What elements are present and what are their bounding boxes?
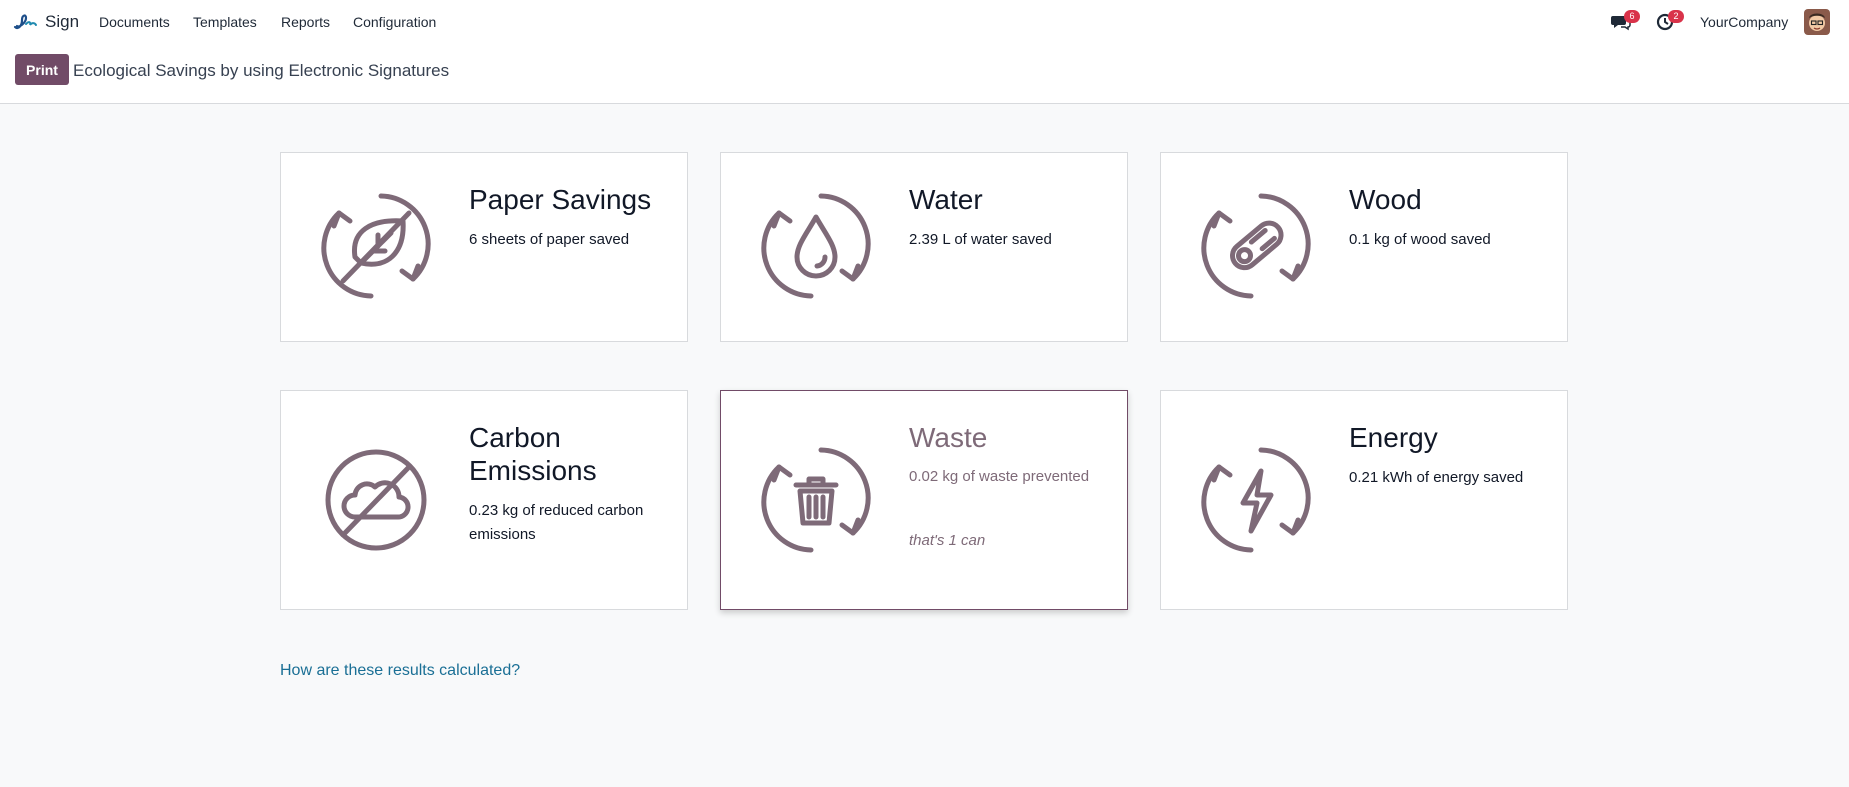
leaf-recycle-icon [321, 193, 431, 299]
lightning-recycle-icon [1201, 447, 1311, 553]
menu-configuration[interactable]: Configuration [353, 14, 436, 30]
card-description: 0.02 kg of waste prevented [909, 468, 1090, 485]
sign-app-logo[interactable] [12, 10, 38, 34]
card-title: Waste [909, 422, 988, 453]
water-card: Water 2.39 L of water saved [720, 152, 1128, 342]
water-drop-recycle-icon [761, 193, 871, 299]
card-title: Wood [1349, 184, 1422, 215]
paper-savings-card: Paper Savings 6 sheets of paper saved [280, 152, 688, 342]
menu-templates[interactable]: Templates [193, 14, 257, 30]
cloud-crossed-icon [325, 449, 427, 551]
card-description: 0.23 kg of reduced carbon emissions [469, 502, 644, 543]
card-description: 2.39 L of water saved [909, 231, 1052, 248]
company-switcher[interactable]: YourCompany [1700, 14, 1788, 30]
app-name[interactable]: Sign [45, 12, 79, 32]
print-button[interactable]: Print [15, 54, 69, 85]
menu-documents[interactable]: Documents [99, 14, 170, 30]
trash-recycle-icon [761, 447, 871, 553]
energy-card: Energy 0.21 kWh of energy saved [1160, 390, 1568, 610]
activity-badge: 2 [1668, 10, 1684, 23]
card-title: Carbon Emissions [469, 422, 597, 486]
top-navbar: Sign Documents Templates Reports Configu… [0, 0, 1849, 44]
user-avatar[interactable] [1804, 9, 1830, 35]
card-description: 0.21 kWh of energy saved [1349, 469, 1524, 486]
menu-reports[interactable]: Reports [281, 14, 330, 30]
card-title: Energy [1349, 422, 1438, 453]
card-note: that's 1 can [909, 532, 986, 549]
wood-card: Wood 0.1 kg of wood saved [1160, 152, 1568, 342]
card-description: 0.1 kg of wood saved [1349, 231, 1491, 248]
messages-badge: 6 [1624, 10, 1640, 23]
control-panel: Print Ecological Savings by using Electr… [0, 44, 1849, 104]
card-description: 6 sheets of paper saved [469, 231, 630, 248]
carbon-emissions-card: Carbon Emissions 0.23 kg of reduced carb… [280, 390, 688, 610]
waste-card[interactable]: Waste 0.02 kg of waste prevented that's … [720, 390, 1128, 610]
wood-log-recycle-icon [1201, 193, 1311, 299]
card-title: Water [909, 184, 983, 215]
results-calculation-link[interactable]: How are these results calculated? [280, 662, 520, 680]
page-title: Ecological Savings by using Electronic S… [73, 61, 450, 80]
card-title: Paper Savings [469, 184, 652, 215]
